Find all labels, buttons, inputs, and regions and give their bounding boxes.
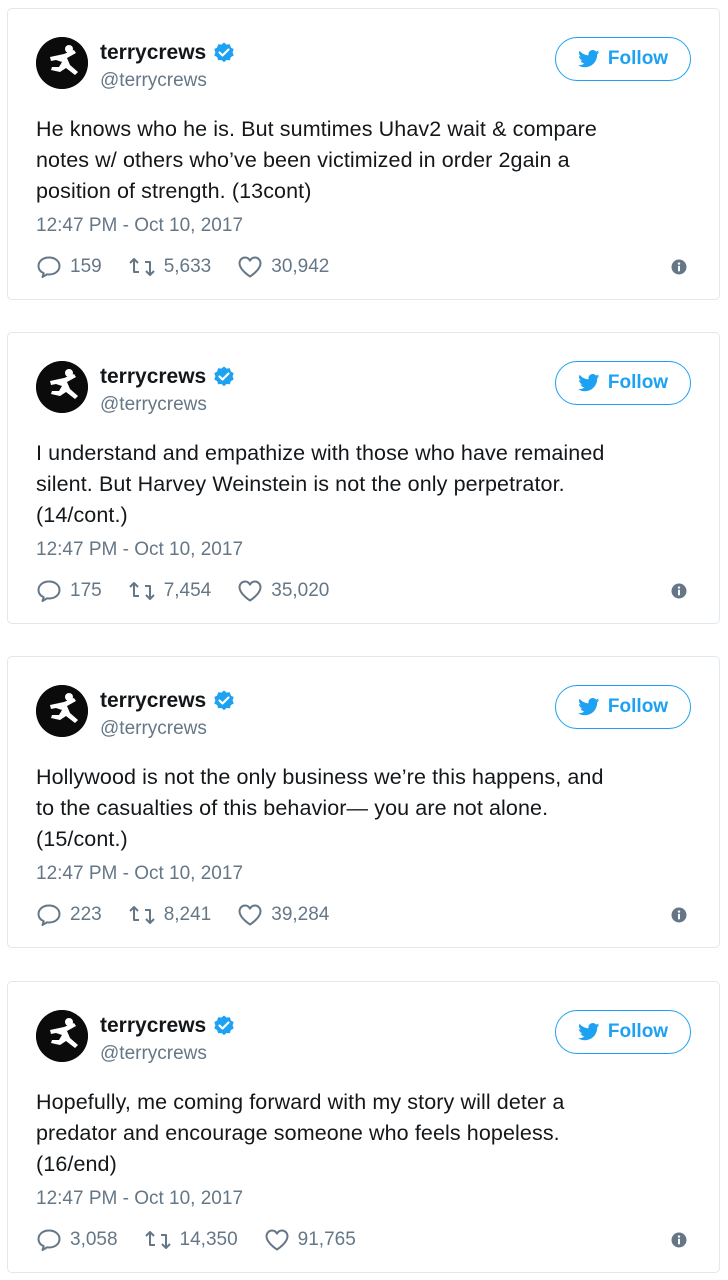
follow-button[interactable]: Follow	[555, 361, 691, 405]
reply-icon	[37, 256, 61, 278]
retweet-count: 14,350	[179, 1229, 238, 1250]
timestamp[interactable]: 12:47 PM - Oct 10, 2017	[36, 538, 243, 562]
retweet-icon	[128, 258, 155, 276]
retweet-action[interactable]: 5,633	[128, 256, 212, 278]
twitter-bird-icon	[578, 50, 600, 68]
reply-icon	[37, 904, 61, 926]
reply-action[interactable]: 223	[36, 903, 102, 927]
tweet-card: terrycrews @terrycrews Follow Hopefully,…	[7, 981, 720, 1273]
running-figure-avatar-icon	[36, 37, 88, 89]
tweet-text: He knows who he is. But sumtimes Uhav2 w…	[36, 117, 597, 203]
heart-icon	[238, 256, 262, 278]
info-icon[interactable]	[671, 583, 687, 599]
retweet-action[interactable]: 8,241	[128, 904, 212, 926]
author-name-row: terrycrews	[100, 365, 236, 389]
like-action[interactable]: 39,284	[237, 903, 329, 927]
tweet-actions: 175 7,454 35,020	[36, 577, 355, 605]
tweet-card: terrycrews @terrycrews Follow He knows w…	[7, 8, 720, 300]
twitter-bird-icon	[578, 374, 600, 392]
like-action[interactable]: 35,020	[237, 579, 329, 603]
tweet-actions: 3,058 14,350 91,765	[36, 1226, 382, 1254]
tweet-card: terrycrews @terrycrews Follow I understa…	[7, 332, 720, 624]
info-icon[interactable]	[671, 259, 687, 275]
running-figure-avatar-icon	[36, 1010, 88, 1062]
info-icon[interactable]	[671, 907, 687, 923]
retweet-count: 7,454	[163, 580, 212, 601]
reply-icon	[37, 1229, 61, 1251]
avatar[interactable]	[36, 37, 88, 89]
retweet-count: 8,241	[163, 904, 212, 925]
retweet-icon	[128, 582, 155, 600]
reply-count: 3,058	[70, 1229, 118, 1250]
retweet-icon	[128, 906, 155, 924]
follow-button[interactable]: Follow	[555, 37, 691, 81]
like-count: 30,942	[271, 256, 330, 277]
like-count: 39,284	[271, 904, 330, 925]
tweet-actions: 223 8,241 39,284	[36, 901, 355, 929]
verified-badge-icon	[214, 1015, 234, 1036]
tweet-card: terrycrews @terrycrews Follow Hollywood …	[7, 656, 720, 948]
tweet-actions: 159 5,633 30,942	[36, 253, 355, 281]
display-name[interactable]: terrycrews	[100, 41, 206, 65]
like-action[interactable]: 30,942	[237, 255, 329, 279]
reply-action[interactable]: 3,058	[36, 1228, 118, 1252]
retweet-action[interactable]: 14,350	[144, 1229, 238, 1251]
follow-label: Follow	[607, 372, 669, 393]
handle[interactable]: @terrycrews	[100, 717, 207, 741]
verified-badge-icon	[214, 690, 234, 711]
tweet-text: Hopefully, me coming forward with my sto…	[36, 1090, 565, 1176]
heart-icon	[238, 580, 262, 602]
reply-count: 175	[70, 580, 102, 601]
like-count: 91,765	[297, 1229, 356, 1250]
like-count: 35,020	[271, 580, 330, 601]
retweet-icon	[144, 1231, 171, 1249]
verified-badge-icon	[214, 42, 234, 63]
info-icon[interactable]	[671, 1232, 687, 1248]
handle[interactable]: @terrycrews	[100, 1042, 207, 1066]
author-name-row: terrycrews	[100, 41, 236, 65]
reply-count: 159	[70, 256, 102, 277]
retweet-action[interactable]: 7,454	[128, 580, 212, 602]
author-name-row: terrycrews	[100, 689, 236, 713]
reply-count: 223	[70, 904, 102, 925]
reply-action[interactable]: 175	[36, 579, 102, 603]
follow-label: Follow	[607, 696, 669, 717]
heart-icon	[265, 1229, 289, 1251]
twitter-bird-icon	[578, 698, 600, 716]
avatar[interactable]	[36, 685, 88, 737]
timestamp[interactable]: 12:47 PM - Oct 10, 2017	[36, 214, 243, 238]
timestamp[interactable]: 12:47 PM - Oct 10, 2017	[36, 862, 243, 886]
heart-icon	[238, 904, 262, 926]
reply-icon	[37, 580, 61, 602]
avatar[interactable]	[36, 361, 88, 413]
like-action[interactable]: 91,765	[264, 1228, 356, 1252]
handle[interactable]: @terrycrews	[100, 393, 207, 417]
follow-label: Follow	[607, 1021, 669, 1042]
display-name[interactable]: terrycrews	[100, 1014, 206, 1038]
retweet-count: 5,633	[163, 256, 212, 277]
twitter-bird-icon	[578, 1023, 600, 1041]
follow-button[interactable]: Follow	[555, 1010, 691, 1054]
tweet-text: I understand and empathize with those wh…	[36, 441, 605, 527]
running-figure-avatar-icon	[36, 361, 88, 413]
handle[interactable]: @terrycrews	[100, 69, 207, 93]
running-figure-avatar-icon	[36, 685, 88, 737]
timestamp[interactable]: 12:47 PM - Oct 10, 2017	[36, 1187, 243, 1211]
reply-action[interactable]: 159	[36, 255, 102, 279]
follow-button[interactable]: Follow	[555, 685, 691, 729]
display-name[interactable]: terrycrews	[100, 689, 206, 713]
avatar[interactable]	[36, 1010, 88, 1062]
follow-label: Follow	[607, 48, 669, 69]
display-name[interactable]: terrycrews	[100, 365, 206, 389]
verified-badge-icon	[214, 366, 234, 387]
author-name-row: terrycrews	[100, 1014, 236, 1038]
tweet-text: Hollywood is not the only business we’re…	[36, 765, 604, 851]
